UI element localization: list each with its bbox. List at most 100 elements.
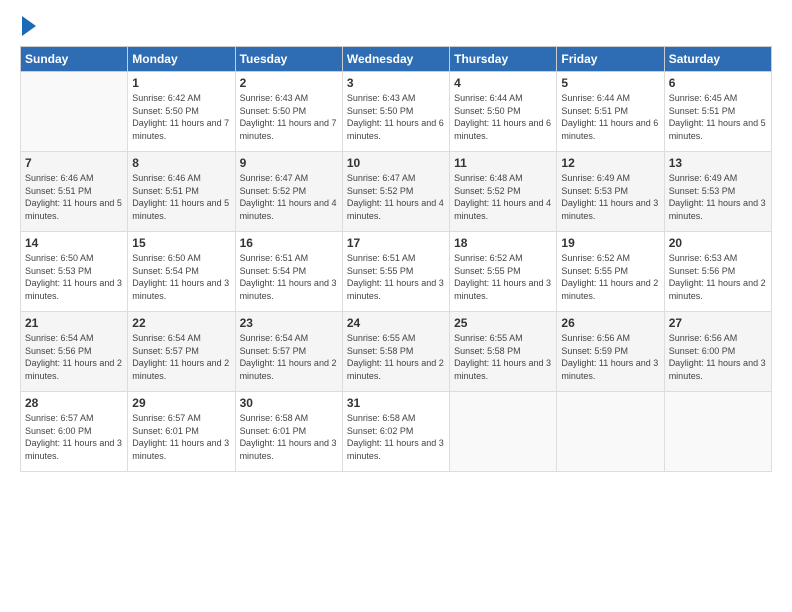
day-number: 25 bbox=[454, 316, 552, 330]
calendar-week-row: 21 Sunrise: 6:54 AMSunset: 5:56 PMDayligh… bbox=[21, 312, 772, 392]
table-row: 12 Sunrise: 6:49 AMSunset: 5:53 PMDayligh… bbox=[557, 152, 664, 232]
day-number: 8 bbox=[132, 156, 230, 170]
day-number: 9 bbox=[240, 156, 338, 170]
table-row: 21 Sunrise: 6:54 AMSunset: 5:56 PMDayligh… bbox=[21, 312, 128, 392]
day-number: 7 bbox=[25, 156, 123, 170]
day-info: Sunrise: 6:50 AMSunset: 5:53 PMDaylight:… bbox=[25, 252, 123, 302]
day-info: Sunrise: 6:47 AMSunset: 5:52 PMDaylight:… bbox=[240, 172, 338, 222]
day-number: 20 bbox=[669, 236, 767, 250]
day-info: Sunrise: 6:52 AMSunset: 5:55 PMDaylight:… bbox=[561, 252, 659, 302]
table-row: 29 Sunrise: 6:57 AMSunset: 6:01 PMDayligh… bbox=[128, 392, 235, 472]
header-wednesday: Wednesday bbox=[342, 47, 449, 72]
day-number: 13 bbox=[669, 156, 767, 170]
table-row: 2 Sunrise: 6:43 AMSunset: 5:50 PMDaylight… bbox=[235, 72, 342, 152]
day-info: Sunrise: 6:49 AMSunset: 5:53 PMDaylight:… bbox=[561, 172, 659, 222]
table-row: 8Sunrise: 6:46 AMSunset: 5:51 PMDaylight… bbox=[128, 152, 235, 232]
day-info: Sunrise: 6:46 AMSunset: 5:51 PMDaylight:… bbox=[25, 172, 123, 222]
table-row: 22Sunrise: 6:54 AMSunset: 5:57 PMDayligh… bbox=[128, 312, 235, 392]
table-row: 11 Sunrise: 6:48 AMSunset: 5:52 PMDayligh… bbox=[450, 152, 557, 232]
day-info: Sunrise: 6:57 AMSunset: 6:01 PMDaylight:… bbox=[132, 412, 230, 462]
table-row: 27 Sunrise: 6:56 AMSunset: 6:00 PMDayligh… bbox=[664, 312, 771, 392]
table-row bbox=[557, 392, 664, 472]
day-number: 3 bbox=[347, 76, 445, 90]
day-number: 4 bbox=[454, 76, 552, 90]
day-info: Sunrise: 6:51 AMSunset: 5:54 PMDaylight:… bbox=[240, 252, 338, 302]
header-monday: Monday bbox=[128, 47, 235, 72]
day-number: 27 bbox=[669, 316, 767, 330]
day-number: 12 bbox=[561, 156, 659, 170]
day-number: 6 bbox=[669, 76, 767, 90]
calendar-week-row: 28 Sunrise: 6:57 AMSunset: 6:00 PMDayligh… bbox=[21, 392, 772, 472]
day-info: Sunrise: 6:44 AMSunset: 5:51 PMDaylight:… bbox=[561, 92, 659, 142]
header-friday: Friday bbox=[557, 47, 664, 72]
day-info: Sunrise: 6:58 AMSunset: 6:02 PMDaylight:… bbox=[347, 412, 445, 462]
day-number: 11 bbox=[454, 156, 552, 170]
day-info: Sunrise: 6:42 AMSunset: 5:50 PMDaylight:… bbox=[132, 92, 230, 142]
calendar: SundayMondayTuesdayWednesdayThursdayFrid… bbox=[20, 46, 772, 472]
day-number: 30 bbox=[240, 396, 338, 410]
page: SundayMondayTuesdayWednesdayThursdayFrid… bbox=[0, 0, 792, 612]
day-number: 5 bbox=[561, 76, 659, 90]
logo-arrow-icon bbox=[22, 16, 36, 36]
day-number: 24 bbox=[347, 316, 445, 330]
header-tuesday: Tuesday bbox=[235, 47, 342, 72]
table-row: 10 Sunrise: 6:47 AMSunset: 5:52 PMDayligh… bbox=[342, 152, 449, 232]
table-row: 7 Sunrise: 6:46 AMSunset: 5:51 PMDaylight… bbox=[21, 152, 128, 232]
day-number: 29 bbox=[132, 396, 230, 410]
day-info: Sunrise: 6:45 AMSunset: 5:51 PMDaylight:… bbox=[669, 92, 767, 142]
day-info: Sunrise: 6:54 AMSunset: 5:57 PMDaylight:… bbox=[132, 332, 230, 382]
day-info: Sunrise: 6:43 AMSunset: 5:50 PMDaylight:… bbox=[240, 92, 338, 142]
day-info: Sunrise: 6:56 AMSunset: 5:59 PMDaylight:… bbox=[561, 332, 659, 382]
day-info: Sunrise: 6:56 AMSunset: 6:00 PMDaylight:… bbox=[669, 332, 767, 382]
day-number: 28 bbox=[25, 396, 123, 410]
day-number: 17 bbox=[347, 236, 445, 250]
table-row: 31 Sunrise: 6:58 AMSunset: 6:02 PMDayligh… bbox=[342, 392, 449, 472]
day-number: 15 bbox=[132, 236, 230, 250]
day-info: Sunrise: 6:48 AMSunset: 5:52 PMDaylight:… bbox=[454, 172, 552, 222]
header-sunday: Sunday bbox=[21, 47, 128, 72]
day-info: Sunrise: 6:54 AMSunset: 5:57 PMDaylight:… bbox=[240, 332, 338, 382]
day-number: 2 bbox=[240, 76, 338, 90]
day-info: Sunrise: 6:50 AMSunset: 5:54 PMDaylight:… bbox=[132, 252, 230, 302]
day-info: Sunrise: 6:55 AMSunset: 5:58 PMDaylight:… bbox=[454, 332, 552, 382]
logo bbox=[20, 18, 36, 36]
table-row: 25 Sunrise: 6:55 AMSunset: 5:58 PMDayligh… bbox=[450, 312, 557, 392]
table-row: 9 Sunrise: 6:47 AMSunset: 5:52 PMDaylight… bbox=[235, 152, 342, 232]
table-row: 6 Sunrise: 6:45 AMSunset: 5:51 PMDaylight… bbox=[664, 72, 771, 152]
table-row: 13 Sunrise: 6:49 AMSunset: 5:53 PMDayligh… bbox=[664, 152, 771, 232]
day-info: Sunrise: 6:47 AMSunset: 5:52 PMDaylight:… bbox=[347, 172, 445, 222]
calendar-week-row: 7 Sunrise: 6:46 AMSunset: 5:51 PMDaylight… bbox=[21, 152, 772, 232]
header bbox=[20, 18, 772, 36]
table-row bbox=[21, 72, 128, 152]
day-number: 14 bbox=[25, 236, 123, 250]
day-number: 23 bbox=[240, 316, 338, 330]
day-info: Sunrise: 6:52 AMSunset: 5:55 PMDaylight:… bbox=[454, 252, 552, 302]
table-row: 5 Sunrise: 6:44 AMSunset: 5:51 PMDaylight… bbox=[557, 72, 664, 152]
calendar-week-row: 14 Sunrise: 6:50 AMSunset: 5:53 PMDayligh… bbox=[21, 232, 772, 312]
calendar-week-row: 1Sunrise: 6:42 AMSunset: 5:50 PMDaylight… bbox=[21, 72, 772, 152]
day-number: 16 bbox=[240, 236, 338, 250]
day-info: Sunrise: 6:58 AMSunset: 6:01 PMDaylight:… bbox=[240, 412, 338, 462]
day-info: Sunrise: 6:57 AMSunset: 6:00 PMDaylight:… bbox=[25, 412, 123, 462]
day-number: 19 bbox=[561, 236, 659, 250]
calendar-header-row: SundayMondayTuesdayWednesdayThursdayFrid… bbox=[21, 47, 772, 72]
table-row bbox=[450, 392, 557, 472]
table-row: 19 Sunrise: 6:52 AMSunset: 5:55 PMDayligh… bbox=[557, 232, 664, 312]
table-row: 14 Sunrise: 6:50 AMSunset: 5:53 PMDayligh… bbox=[21, 232, 128, 312]
header-thursday: Thursday bbox=[450, 47, 557, 72]
day-number: 26 bbox=[561, 316, 659, 330]
table-row: 1Sunrise: 6:42 AMSunset: 5:50 PMDaylight… bbox=[128, 72, 235, 152]
day-info: Sunrise: 6:49 AMSunset: 5:53 PMDaylight:… bbox=[669, 172, 767, 222]
table-row: 15 Sunrise: 6:50 AMSunset: 5:54 PMDayligh… bbox=[128, 232, 235, 312]
table-row: 3 Sunrise: 6:43 AMSunset: 5:50 PMDaylight… bbox=[342, 72, 449, 152]
day-number: 10 bbox=[347, 156, 445, 170]
day-info: Sunrise: 6:51 AMSunset: 5:55 PMDaylight:… bbox=[347, 252, 445, 302]
day-number: 31 bbox=[347, 396, 445, 410]
day-number: 21 bbox=[25, 316, 123, 330]
table-row: 17 Sunrise: 6:51 AMSunset: 5:55 PMDayligh… bbox=[342, 232, 449, 312]
table-row: 28 Sunrise: 6:57 AMSunset: 6:00 PMDayligh… bbox=[21, 392, 128, 472]
table-row bbox=[664, 392, 771, 472]
table-row: 4Sunrise: 6:44 AMSunset: 5:50 PMDaylight… bbox=[450, 72, 557, 152]
day-info: Sunrise: 6:54 AMSunset: 5:56 PMDaylight:… bbox=[25, 332, 123, 382]
day-info: Sunrise: 6:43 AMSunset: 5:50 PMDaylight:… bbox=[347, 92, 445, 142]
